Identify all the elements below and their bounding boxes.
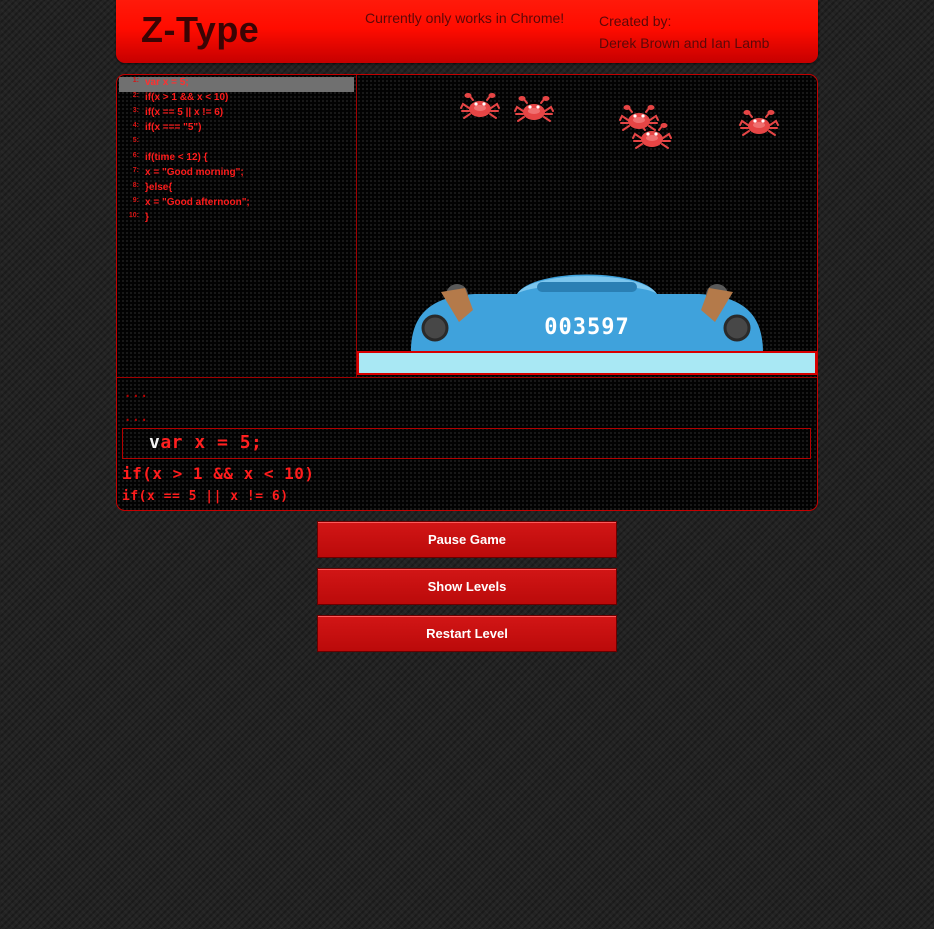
line-number: 6: bbox=[132, 152, 139, 159]
code-text: if(x === "5") bbox=[145, 122, 202, 133]
code-text: } bbox=[145, 212, 149, 223]
crab-icon bbox=[739, 109, 779, 137]
line-number: 3: bbox=[132, 107, 139, 114]
code-text: if(x > 1 && x < 10) bbox=[145, 92, 229, 103]
line-number: 8: bbox=[132, 182, 139, 189]
code-text: }else{ bbox=[145, 182, 173, 193]
credits-names: Derek Brown and Ian Lamb bbox=[599, 35, 770, 51]
code-line: 3: if(x == 5 || x != 6) bbox=[119, 107, 354, 122]
crab-icon bbox=[460, 92, 500, 120]
code-line: 4: if(x === "5") bbox=[119, 122, 354, 137]
code-listing-panel: 1: var x = 5; 2: if(x > 1 && x < 10) 3: … bbox=[117, 75, 357, 378]
next-line: if(x == 5 || x != 6) bbox=[122, 489, 289, 504]
code-line: 8: }else{ bbox=[119, 182, 354, 197]
crab-icon bbox=[514, 95, 554, 123]
next-line: if(x > 1 && x < 10) bbox=[122, 464, 315, 483]
line-number: 5: bbox=[132, 137, 139, 144]
code-line: 2: if(x > 1 && x < 10) bbox=[119, 92, 354, 107]
code-text: x = "Good morning"; bbox=[145, 167, 244, 178]
code-line: 7: x = "Good morning"; bbox=[119, 167, 354, 182]
line-number: 7: bbox=[132, 167, 139, 174]
current-line-box[interactable]: var x = 5; bbox=[122, 428, 811, 459]
ship-icon bbox=[411, 274, 763, 352]
show-levels-button[interactable]: Show Levels bbox=[317, 568, 617, 605]
code-line: 9: x = "Good afternoon"; bbox=[119, 197, 354, 212]
line-number: 2: bbox=[132, 92, 139, 99]
line-number: 4: bbox=[132, 122, 139, 129]
code-text: if(x == 5 || x != 6) bbox=[145, 107, 224, 118]
credits: Created by: Derek Brown and Ian Lamb bbox=[599, 10, 769, 54]
terminal-panel: ... ... var x = 5; if(x > 1 && x < 10) i… bbox=[117, 378, 817, 510]
line-number: 1: bbox=[132, 77, 139, 84]
code-text: if(time < 12) { bbox=[145, 152, 208, 163]
code-line: 6: if(time < 12) { bbox=[119, 152, 354, 167]
browser-notice: Currently only works in Chrome! bbox=[365, 10, 565, 26]
pause-game-button[interactable]: Pause Game bbox=[317, 521, 617, 558]
restart-level-button[interactable]: Restart Level bbox=[317, 615, 617, 652]
line-number: 9: bbox=[132, 197, 139, 204]
credits-label: Created by: bbox=[599, 13, 672, 29]
current-line-text: var x = 5; bbox=[149, 432, 262, 453]
remaining-chars: ar x = 5; bbox=[160, 432, 263, 453]
crab-icon bbox=[632, 122, 672, 150]
code-text: var x = 5; bbox=[145, 77, 189, 88]
page-title: Z-Type bbox=[141, 9, 260, 50]
typed-chars: v bbox=[149, 432, 161, 453]
game-arena[interactable]: 003597 bbox=[357, 75, 817, 378]
typing-input-bar[interactable] bbox=[357, 351, 817, 375]
header-bar: Z-Type Currently only works in Chrome! C… bbox=[116, 0, 818, 63]
ellipsis: ... bbox=[124, 386, 149, 400]
code-line-active: 1: var x = 5; bbox=[119, 77, 354, 92]
code-line: 5: bbox=[119, 137, 354, 152]
ellipsis: ... bbox=[124, 410, 149, 424]
game-window[interactable]: 1: var x = 5; 2: if(x > 1 && x < 10) 3: … bbox=[116, 74, 818, 511]
score-display: 003597 bbox=[544, 315, 630, 340]
line-number: 10: bbox=[128, 212, 139, 219]
code-text: x = "Good afternoon"; bbox=[145, 197, 250, 208]
code-line: 10: } bbox=[119, 212, 354, 227]
